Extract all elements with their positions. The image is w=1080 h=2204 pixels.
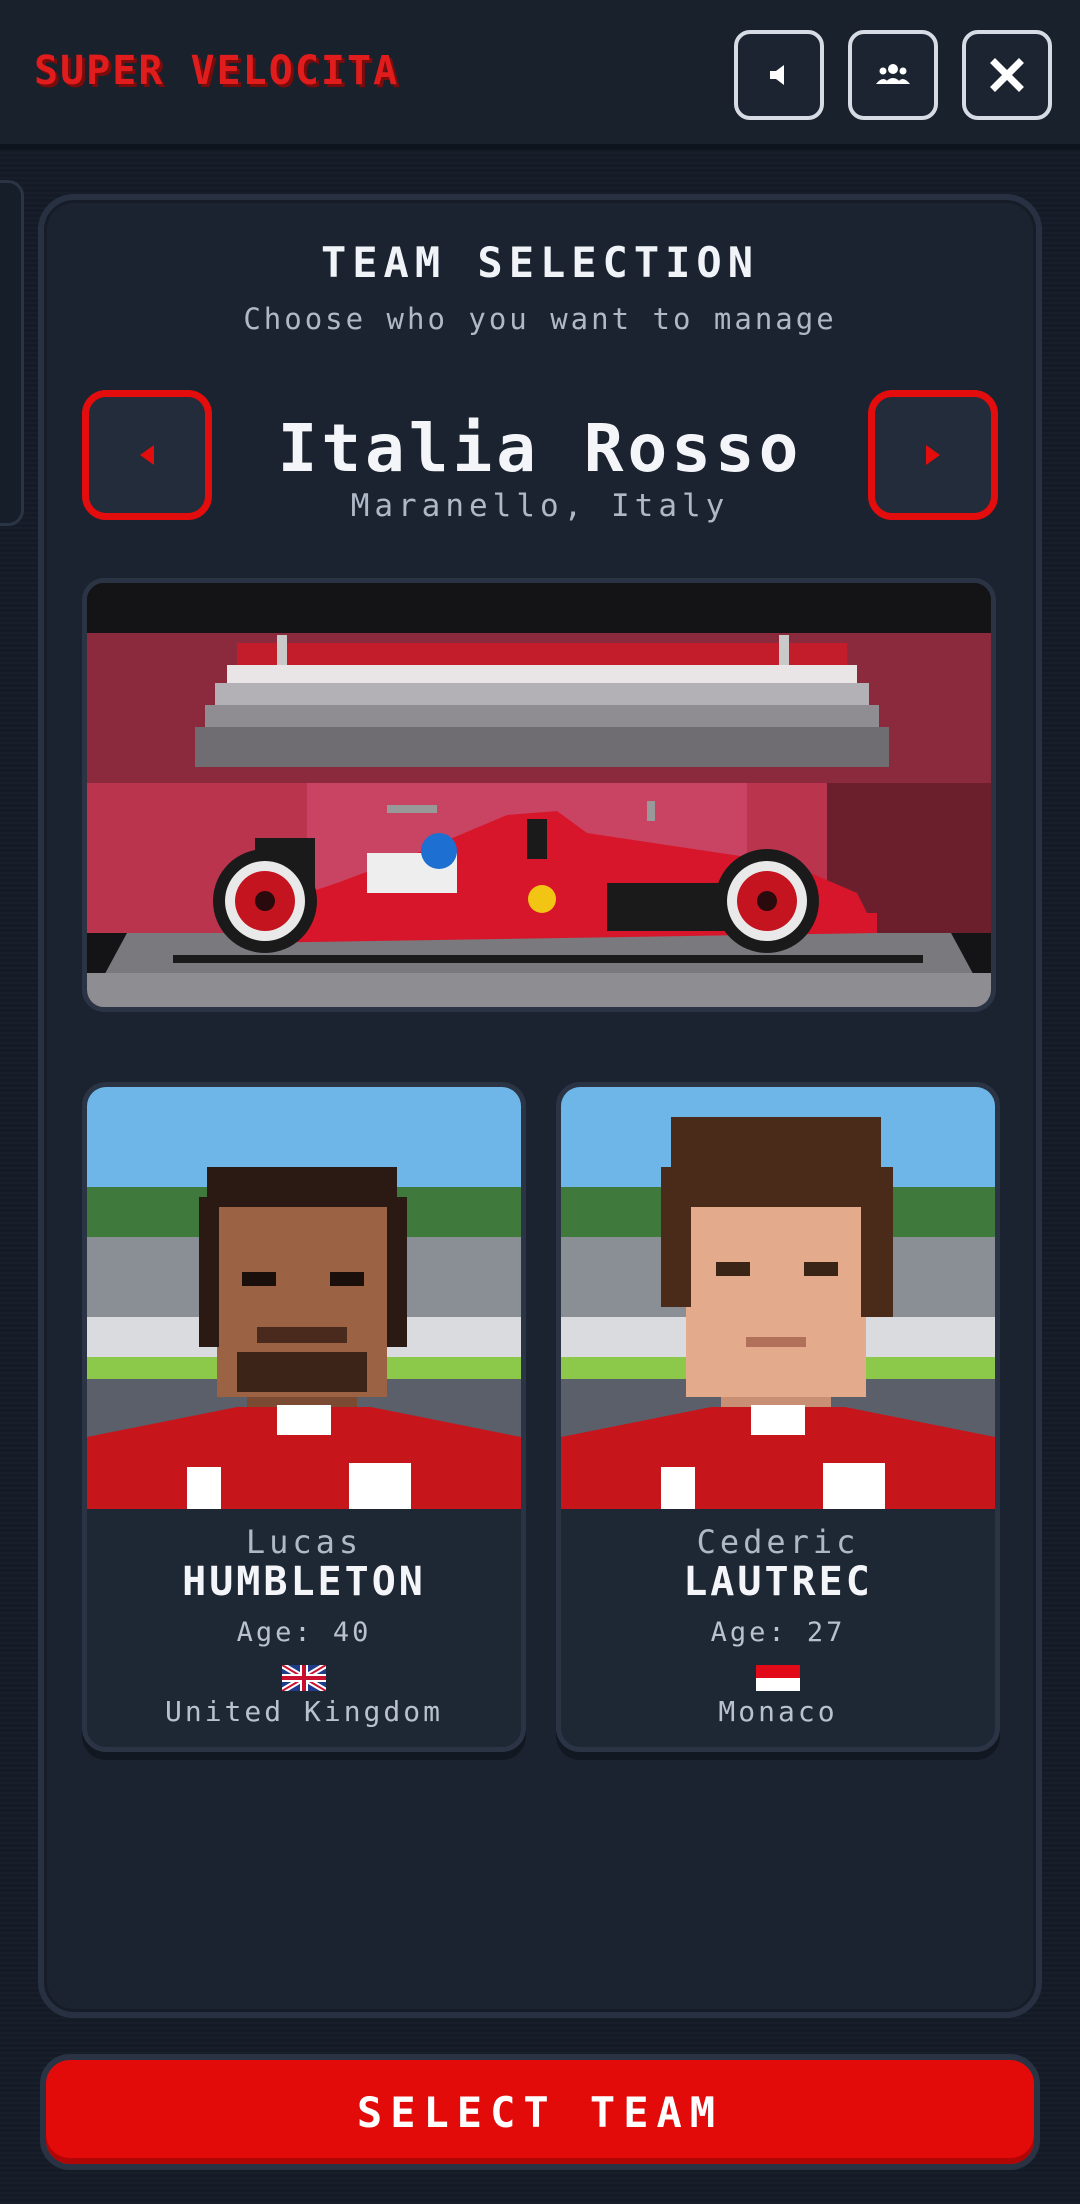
race-car-illustration [87, 583, 991, 1007]
app-logo: SUPER VELOCITA [34, 48, 400, 94]
team-location: Maranello, Italy [350, 488, 730, 524]
driver-country: United Kingdom [164, 1695, 443, 1728]
driver-last-name: HUMBLETON [182, 1559, 426, 1605]
screen-title: TEAM SELECTION [320, 238, 759, 287]
close-icon [990, 58, 1024, 92]
driver-first-name: Lucas [245, 1523, 363, 1561]
driver-age: Age: 27 [710, 1617, 846, 1648]
driver-first-name: Cederic [696, 1523, 860, 1561]
speaker-icon [770, 65, 784, 85]
next-team-button[interactable] [868, 390, 998, 520]
uk-flag-icon [282, 1665, 326, 1691]
select-team-button[interactable]: SELECT TEAM [40, 2054, 1040, 2170]
side-drawer-tab[interactable] [0, 180, 24, 526]
driver-country: Monaco [718, 1695, 838, 1728]
arrow-right-icon [926, 445, 940, 465]
arrow-left-icon [140, 445, 154, 465]
top-bar: SUPER VELOCITA [0, 0, 1080, 150]
team-name: Italia Rosso [277, 410, 803, 487]
driver-age: Age: 40 [236, 1617, 372, 1648]
driver-last-name: LAUTREC [683, 1559, 873, 1605]
people-icon [876, 64, 910, 84]
monaco-flag-icon [756, 1665, 800, 1691]
close-button[interactable] [962, 30, 1052, 120]
driver-card[interactable]: Lucas HUMBLETON Age: 40 United Kingdom [82, 1082, 526, 1752]
driver-card[interactable]: Cederic LAUTREC Age: 27 Monaco [556, 1082, 1000, 1752]
previous-team-button[interactable] [82, 390, 212, 520]
sound-button[interactable] [734, 30, 824, 120]
team-car-image [82, 578, 996, 1012]
screen-subtitle: Choose who you want to manage [243, 302, 837, 336]
driver-portrait [561, 1087, 995, 1509]
driver-portrait [87, 1087, 521, 1509]
team-members-button[interactable] [848, 30, 938, 120]
